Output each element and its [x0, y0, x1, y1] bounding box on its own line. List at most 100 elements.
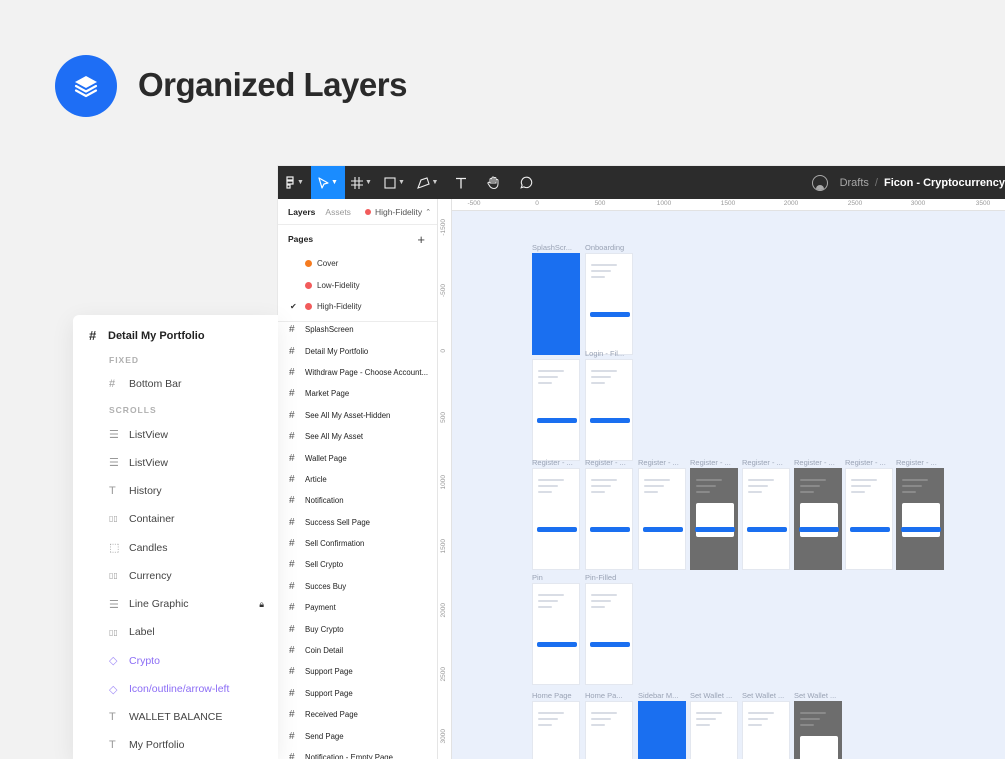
frame-thumbnail[interactable]	[690, 468, 738, 570]
page-item[interactable]: Cover	[278, 253, 437, 275]
frame-thumbnail[interactable]	[794, 701, 842, 759]
frame-thumbnail[interactable]	[845, 468, 893, 570]
frame-layer-item[interactable]: # Article	[278, 469, 438, 490]
frame-label[interactable]: Pin-Filled	[585, 573, 616, 582]
layer-row[interactable]: ☰ ListView	[109, 428, 289, 442]
frame-layer-item[interactable]: # Coin Detail	[278, 640, 438, 661]
frame-label[interactable]: Register - ...	[794, 458, 835, 467]
layer-row[interactable]: T My Portfolio	[109, 739, 289, 751]
breadcrumb-drafts[interactable]: Drafts	[840, 177, 869, 189]
frame-layer-item[interactable]: # Market Page	[278, 383, 438, 404]
frame-label[interactable]: Login - Fil...	[585, 349, 624, 358]
layer-row[interactable]: ☰ ListView	[109, 456, 289, 470]
thumbnail-line	[591, 376, 611, 378]
frame-thumbnail[interactable]	[532, 253, 580, 355]
frame-thumbnail[interactable]	[690, 701, 738, 759]
frame-thumbnail[interactable]	[532, 583, 580, 685]
panel-tabs: Layers Assets High-Fidelity ⌃	[278, 199, 437, 225]
frame-thumbnail[interactable]	[585, 701, 633, 759]
frame-layer-item[interactable]: # See All My Asset	[278, 426, 438, 447]
frame-label[interactable]: Register - ...	[690, 458, 731, 467]
frame-layer-item[interactable]: # Detail My Portfolio	[278, 340, 438, 361]
frame-layer-item[interactable]: # SplashScreen	[278, 319, 438, 340]
frame-thumbnail[interactable]	[532, 359, 580, 461]
layer-row[interactable]: ⬚ Candles	[109, 541, 289, 555]
frame-layer-item[interactable]: # See All My Asset-Hidden	[278, 405, 438, 426]
layer-row[interactable]: T WALLET BALANCE	[109, 711, 289, 723]
frame-thumbnail[interactable]	[742, 468, 790, 570]
frame-layer-item[interactable]: # Support Page	[278, 683, 438, 704]
move-tool-button[interactable]: ▼	[311, 166, 345, 199]
frame-thumbnail[interactable]	[585, 583, 633, 685]
layer-row[interactable]: ▯▯ Currency	[109, 570, 289, 582]
canvas[interactable]: -500 0 500 1000 1500 2000 2500 3000 3500 -1500 -5…	[438, 199, 1005, 759]
layer-row[interactable]: ▯▯ Label	[109, 626, 289, 638]
frame-layer-item[interactable]: # Succes Buy	[278, 576, 438, 597]
file-name[interactable]: Ficon - Cryptocurrency	[884, 177, 1005, 189]
frame-thumbnail[interactable]	[585, 253, 633, 355]
frame-label[interactable]: Set Wallet ...	[742, 691, 784, 700]
frame-label[interactable]: SplashScr...	[532, 243, 572, 252]
frame-thumbnail[interactable]	[585, 468, 633, 570]
frame-layer-item[interactable]: # Support Page	[278, 661, 438, 682]
layer-row[interactable]: # Bottom Bar	[109, 378, 289, 390]
frame-thumbnail[interactable]	[794, 468, 842, 570]
shape-tool-button[interactable]: ▼	[378, 166, 411, 199]
frame-label[interactable]: Register - ...	[532, 458, 573, 467]
layer-row[interactable]: T History	[109, 485, 289, 497]
frame-label[interactable]: Set Wallet ...	[794, 691, 836, 700]
frame-label[interactable]: Register - ...	[896, 458, 937, 467]
tab-assets[interactable]: Assets	[325, 207, 351, 217]
frame-layer-item[interactable]: # Received Page	[278, 704, 438, 725]
current-page-selector[interactable]: High-Fidelity ⌃	[364, 207, 431, 217]
ruler-left: -1500 -500 0 500 1000 1500 2000 2500 3000	[438, 199, 452, 759]
frame-thumbnail[interactable]	[638, 701, 686, 759]
frame-layer-item[interactable]: # Sell Crypto	[278, 554, 438, 575]
thumbnail-button	[643, 527, 683, 532]
frame-label[interactable]: Home Page	[532, 691, 572, 700]
frame-label[interactable]: Home Pa...	[585, 691, 623, 700]
avatar-icon[interactable]	[811, 174, 828, 191]
frame-thumbnail[interactable]	[638, 468, 686, 570]
frame-label[interactable]: Sidebar M...	[638, 691, 678, 700]
frame-thumbnail[interactable]	[532, 468, 580, 570]
lock-icon[interactable]: 🔒︎	[259, 599, 264, 610]
layer-row[interactable]: ◇ Crypto	[109, 654, 289, 668]
frame-layer-item[interactable]: # Payment	[278, 597, 438, 618]
frame-label[interactable]: Register - ...	[742, 458, 783, 467]
tab-layers[interactable]: Layers	[288, 207, 315, 217]
add-page-icon[interactable]: +	[417, 232, 425, 247]
frame-layer-item[interactable]: # Notification	[278, 490, 438, 511]
frame-layer-item[interactable]: # Success Sell Page	[278, 512, 438, 533]
comment-tool-button[interactable]	[510, 166, 543, 199]
frame-layer-item[interactable]: # Send Page	[278, 725, 438, 746]
layer-row[interactable]: ◇ Icon/outline/arrow-left	[109, 683, 289, 696]
frame-label[interactable]: Register - ...	[638, 458, 679, 467]
frame-label[interactable]: Onboarding	[585, 243, 624, 252]
frame-label[interactable]: Register - ...	[585, 458, 626, 467]
frame-thumbnail[interactable]	[896, 468, 944, 570]
thumbnail-line	[538, 600, 558, 602]
layer-row[interactable]: ☰ Line Graphic 🔒︎	[109, 598, 289, 611]
frame-title[interactable]: # Detail My Portfolio	[89, 328, 205, 343]
hand-tool-button[interactable]	[477, 166, 510, 199]
frame-layer-item[interactable]: # Notification - Empty Page	[278, 747, 438, 759]
figma-menu-button[interactable]: ▼	[278, 166, 311, 199]
page-item[interactable]: Low-Fidelity	[278, 275, 437, 297]
frame-tool-button[interactable]: ▼	[345, 166, 378, 199]
frame-thumbnail[interactable]	[585, 359, 633, 461]
frame-label[interactable]: Set Wallet ...	[690, 691, 732, 700]
pen-tool-button[interactable]: ▼	[411, 166, 444, 199]
frame-thumbnail[interactable]	[532, 701, 580, 759]
frame-layer-item[interactable]: # Withdraw Page - Choose Account...	[278, 362, 438, 383]
frame-thumbnail[interactable]	[742, 701, 790, 759]
layer-row[interactable]: ▯▯ Container	[109, 513, 289, 525]
frame-label[interactable]: Register - ...	[845, 458, 886, 467]
page-item[interactable]: ✔ High-Fidelity	[278, 296, 437, 318]
frame-layer-item[interactable]: # Buy Crypto	[278, 618, 438, 639]
frame-layer-item[interactable]: # Sell Confirmation	[278, 533, 438, 554]
frame-label[interactable]: Pin	[532, 573, 543, 582]
thumbnail-button	[590, 527, 630, 532]
text-tool-button[interactable]	[444, 166, 477, 199]
frame-layer-item[interactable]: # Wallet Page	[278, 447, 438, 468]
